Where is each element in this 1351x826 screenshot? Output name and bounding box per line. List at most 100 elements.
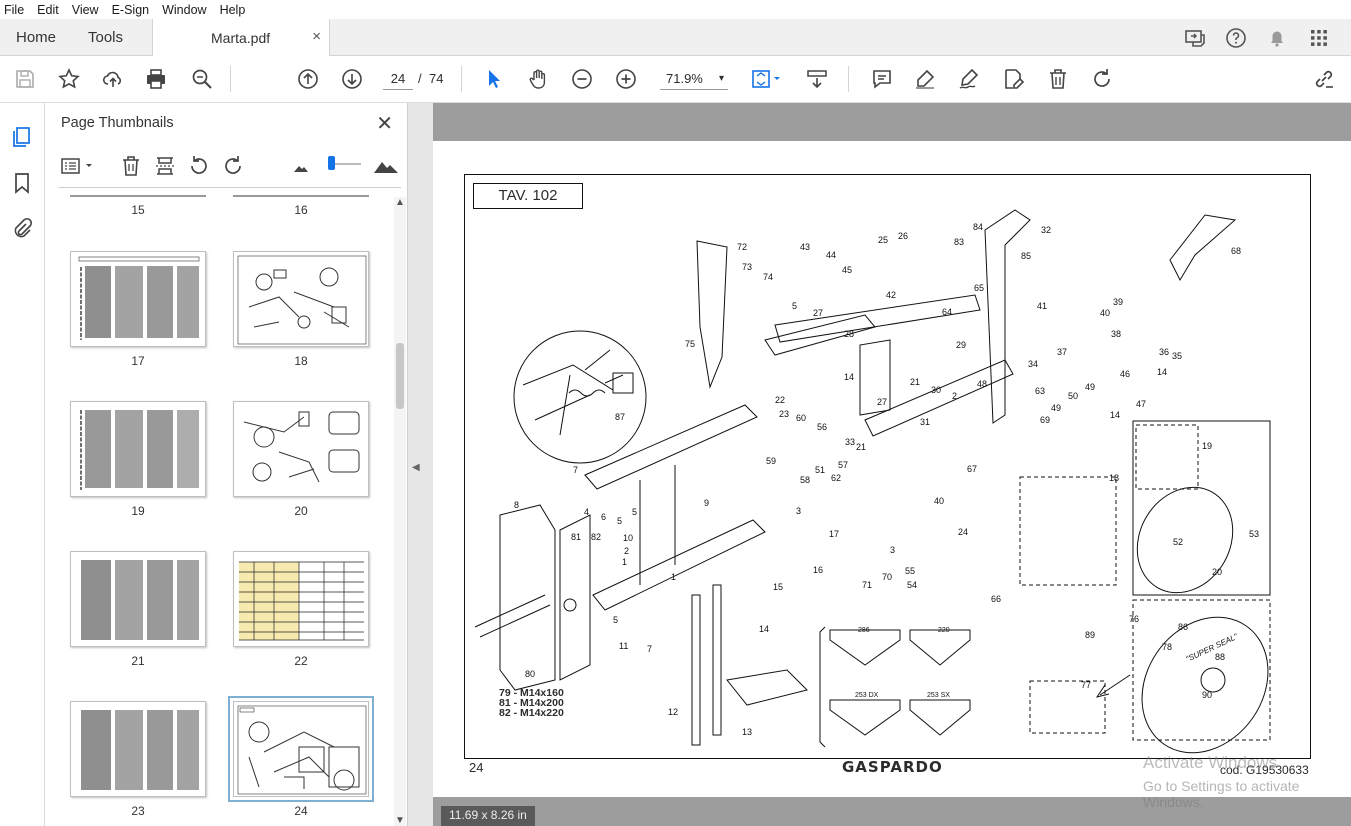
- thumbnail-page-20[interactable]: [233, 401, 369, 497]
- page-up-icon[interactable]: [296, 67, 320, 91]
- edit-icon[interactable]: [1001, 67, 1025, 91]
- save-icon[interactable]: [13, 67, 37, 91]
- scroll-mode-icon[interactable]: [805, 67, 829, 91]
- close-icon[interactable]: ✕: [376, 111, 393, 136]
- fit-page-icon[interactable]: [750, 67, 784, 91]
- small-thumbnails-icon[interactable]: [289, 155, 313, 177]
- thumbnail-page-24[interactable]: [228, 696, 374, 802]
- thumbnail-label: 21: [131, 654, 145, 668]
- collapse-panel-icon[interactable]: ◀: [412, 462, 424, 476]
- svg-text:67: 67: [967, 464, 977, 474]
- hand-icon[interactable]: [526, 67, 550, 91]
- thumbnail-label: 17: [131, 354, 145, 368]
- tab-close-button[interactable]: ×: [312, 28, 321, 45]
- document-page-number: 24: [469, 760, 484, 775]
- brand-logo: GASPARDO: [842, 758, 943, 776]
- scroll-down-icon[interactable]: ▼: [395, 815, 405, 826]
- menu-view[interactable]: View: [72, 3, 99, 17]
- menu-edit[interactable]: Edit: [37, 3, 59, 17]
- svg-text:64: 64: [942, 307, 952, 317]
- print-icon[interactable]: [144, 67, 168, 91]
- left-rail: [0, 103, 45, 826]
- bell-icon[interactable]: [1265, 26, 1289, 50]
- delete-icon[interactable]: [1046, 67, 1070, 91]
- thumbnail-page-21[interactable]: [70, 551, 206, 647]
- svg-text:36: 36: [1159, 347, 1169, 357]
- page-down-icon[interactable]: [340, 67, 364, 91]
- thumbnail-size-slider-handle[interactable]: [328, 156, 335, 170]
- tab-document-label: Marta.pdf: [211, 30, 271, 46]
- thumbnail-page-18[interactable]: [233, 251, 369, 347]
- tab-document[interactable]: Marta.pdf ×: [152, 19, 330, 56]
- thumbnail-page-22[interactable]: [233, 551, 369, 647]
- svg-text:5: 5: [632, 507, 637, 517]
- thumbnail-size-slider[interactable]: [333, 163, 361, 165]
- thumbnail-page-17[interactable]: [70, 251, 206, 347]
- menu-window[interactable]: Window: [162, 3, 206, 17]
- share-screen-icon[interactable]: [1183, 26, 1207, 50]
- svg-text:84: 84: [973, 222, 983, 232]
- svg-text:85: 85: [1021, 251, 1031, 261]
- svg-text:56: 56: [817, 422, 827, 432]
- bookmark-icon[interactable]: [10, 171, 34, 195]
- apps-grid-icon[interactable]: [1307, 26, 1331, 50]
- scroll-up-icon[interactable]: ▲: [395, 197, 405, 208]
- svg-text:23: 23: [779, 409, 789, 419]
- share-link-icon[interactable]: [1312, 67, 1336, 91]
- svg-text:51: 51: [815, 465, 825, 475]
- page-thumbnails-icon[interactable]: [10, 125, 34, 149]
- svg-text:19: 19: [1202, 441, 1212, 451]
- tab-bar: Home Tools Marta.pdf ×: [0, 19, 1351, 56]
- large-thumbnails-icon[interactable]: [372, 155, 400, 177]
- menu-esign[interactable]: E-Sign: [112, 3, 150, 17]
- select-arrow-icon[interactable]: [482, 67, 506, 91]
- thumbnail-scrollbar[interactable]: ▲ ▼: [394, 197, 406, 826]
- thumbnail-page-23[interactable]: [70, 701, 206, 797]
- svg-text:81: 81: [571, 532, 581, 542]
- upload-icon[interactable]: [101, 67, 125, 91]
- svg-text:70: 70: [882, 572, 892, 582]
- svg-text:66: 66: [991, 594, 1001, 604]
- svg-text:39: 39: [1113, 297, 1123, 307]
- svg-text:89: 89: [1085, 630, 1095, 640]
- zoom-level-select[interactable]: 71.9% ▾: [660, 68, 728, 90]
- star-icon[interactable]: [57, 67, 81, 91]
- svg-text:42: 42: [886, 290, 896, 300]
- svg-text:220: 220: [938, 627, 950, 634]
- svg-text:33: 33: [845, 437, 855, 447]
- menu-bar: File Edit View E-Sign Window Help: [0, 0, 1351, 19]
- zoom-search-icon[interactable]: [190, 67, 214, 91]
- svg-text:45: 45: [842, 265, 852, 275]
- table-title: TAV. 102: [473, 183, 583, 209]
- svg-text:78: 78: [1162, 642, 1172, 652]
- delete-page-icon[interactable]: [119, 155, 143, 177]
- svg-text:49: 49: [1085, 382, 1095, 392]
- attachment-icon[interactable]: [10, 217, 34, 241]
- thumbnail-label: 24: [294, 804, 308, 818]
- comment-icon[interactable]: [870, 67, 894, 91]
- menu-file[interactable]: File: [4, 3, 24, 17]
- tab-home[interactable]: Home: [16, 29, 56, 46]
- extract-page-icon[interactable]: [153, 155, 177, 177]
- svg-text:14: 14: [844, 372, 854, 382]
- svg-text:68: 68: [1231, 246, 1241, 256]
- rotate-icon[interactable]: [1090, 67, 1114, 91]
- rotate-right-icon[interactable]: [221, 155, 245, 177]
- zoom-in-icon[interactable]: [614, 67, 638, 91]
- zoom-out-icon[interactable]: [570, 67, 594, 91]
- page-number-input[interactable]: 24: [383, 68, 413, 90]
- highlight-icon[interactable]: [913, 67, 937, 91]
- sign-icon[interactable]: [957, 67, 981, 91]
- help-icon[interactable]: [1224, 26, 1248, 50]
- tab-tools[interactable]: Tools: [88, 29, 123, 46]
- svg-text:21: 21: [910, 377, 920, 387]
- scroll-thumb[interactable]: [396, 343, 404, 409]
- svg-text:14: 14: [759, 624, 769, 634]
- thumbnail-options-icon[interactable]: [59, 155, 97, 177]
- rotate-left-icon[interactable]: [187, 155, 211, 177]
- svg-text:71: 71: [862, 580, 872, 590]
- svg-text:17: 17: [829, 529, 839, 539]
- thumbnail-page-19[interactable]: [70, 401, 206, 497]
- menu-help[interactable]: Help: [220, 3, 246, 17]
- svg-text:41: 41: [1037, 301, 1047, 311]
